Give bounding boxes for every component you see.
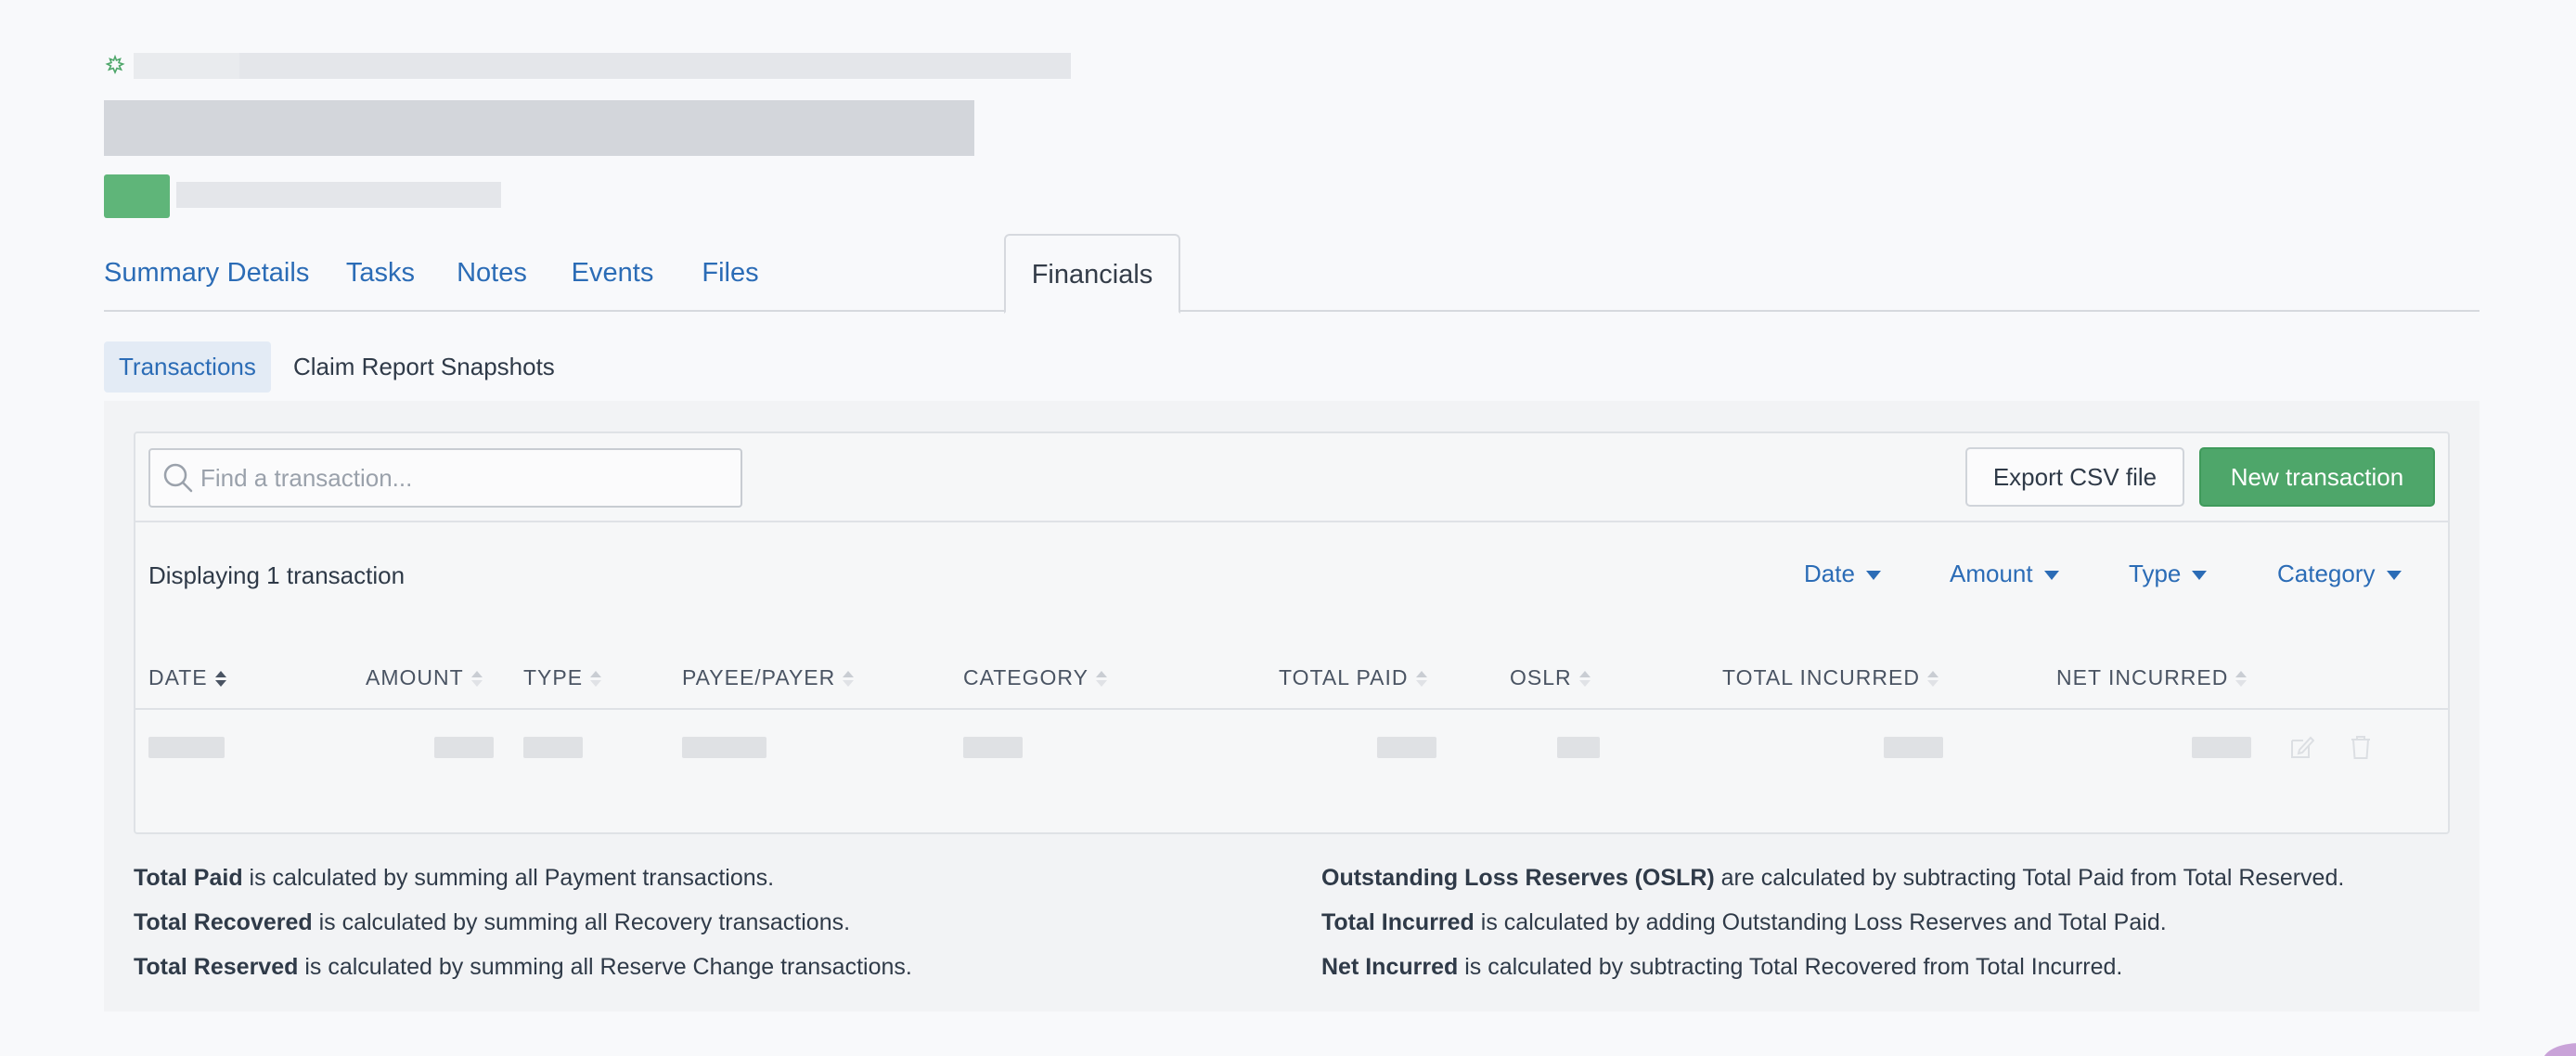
footnote-total-incurred: Total Incurred is calculated by adding O… [1321,909,2167,936]
column-label: DATE [148,665,208,689]
tab-tasks[interactable]: Tasks [327,234,434,312]
loading-spinner-icon [105,54,125,74]
loading-breadcrumb-placeholder [239,53,1071,79]
search-icon [163,463,193,493]
sort-icon [2235,670,2248,688]
footnote-total-reserved: Total Reserved is calculated by summing … [134,954,912,981]
loading-subtitle-placeholder [176,182,501,208]
tab-financials[interactable]: Financials [1004,234,1180,314]
cell-placeholder [963,737,1023,758]
column-header-category[interactable]: CATEGORY [963,665,1107,690]
caret-down-icon [2386,571,2402,581]
filter-date[interactable]: Date [1804,560,1881,588]
cell-placeholder [523,737,583,758]
column-label: TOTAL INCURRED [1722,665,1920,689]
filter-amount[interactable]: Amount [1950,560,2059,588]
cell-placeholder [1377,737,1436,758]
sort-icon [470,670,483,688]
filter-label: Category [2277,560,2376,587]
column-label: TYPE [523,665,584,689]
column-header-net-incurred[interactable]: NET INCURRED [2056,665,2248,690]
sort-icon [590,670,602,688]
subtab-claim-report-snapshots[interactable]: Claim Report Snapshots [278,341,570,393]
column-label: PAYEE/PAYER [682,665,836,689]
tab-files[interactable]: Files [676,234,785,312]
column-label: NET INCURRED [2056,665,2229,689]
sort-icon [1095,670,1107,688]
footnote-term: Total Paid [134,865,243,891]
footnote-term: Outstanding Loss Reserves (OSLR) [1321,865,1715,891]
sort-icon [843,670,855,688]
sort-icon [1415,670,1427,688]
tab-events[interactable]: Events [549,234,676,312]
trash-icon[interactable] [2348,733,2374,761]
sort-icon [1926,670,1938,688]
column-label: AMOUNT [366,665,464,689]
footnote-text: is calculated by summing all Reserve Cha… [298,954,912,980]
footnote-text: is calculated by summing all Recovery tr… [312,909,851,935]
chat-widget-button[interactable] [2543,1043,2576,1056]
footnote-term: Total Incurred [1321,909,1475,935]
filter-type[interactable]: Type [2129,560,2208,588]
footnote-term: Total Recovered [134,909,313,935]
footnote-term: Total Reserved [134,954,299,980]
filter-label: Type [2129,560,2182,587]
footnote-net-incurred: Net Incurred is calculated by subtractin… [1321,954,2122,981]
footnote-oslr: Outstanding Loss Reserves (OSLR) are cal… [1321,865,2344,892]
footnote-total-recovered: Total Recovered is calculated by summing… [134,909,850,936]
toolbar-divider [135,521,2448,522]
column-header-total-paid[interactable]: TOTAL PAID [1279,665,1427,690]
loading-title-placeholder [104,100,974,156]
column-label: TOTAL PAID [1279,665,1409,689]
caret-down-icon [2043,571,2059,581]
subtab-transactions[interactable]: Transactions [104,341,271,393]
cell-placeholder [148,737,225,758]
tab-summary[interactable]: Summary [104,234,219,312]
cell-placeholder [1884,737,1943,758]
column-label: OSLR [1510,665,1572,689]
cell-placeholder [1557,737,1600,758]
column-header-amount[interactable]: AMOUNT [366,665,483,690]
column-header-date[interactable]: DATE [148,665,226,690]
display-count: Displaying 1 transaction [148,561,406,589]
table-header-divider [135,708,2448,710]
filter-category[interactable]: Category [2277,560,2402,588]
sort-icon [214,670,226,688]
cell-placeholder [682,737,766,758]
export-csv-button[interactable]: Export CSV file [1965,447,2184,507]
cell-placeholder [434,737,494,758]
loading-status-badge [104,174,170,218]
column-header-oslr[interactable]: OSLR [1510,665,1591,690]
footnote-text: are calculated by subtracting Total Paid… [1714,865,2345,891]
main-tabs: Summary Details Tasks Notes Events Files… [104,234,2479,314]
footnote-term: Net Incurred [1321,954,1459,980]
footnote-text: is calculated by subtracting Total Recov… [1458,954,2123,980]
footnote-text: is calculated by adding Outstanding Loss… [1474,909,2167,935]
edit-icon[interactable] [2288,733,2314,761]
new-transaction-button[interactable]: New transaction [2199,447,2435,507]
filter-label: Amount [1950,560,2033,587]
tab-details[interactable]: Details [210,234,327,312]
cell-placeholder [2192,737,2251,758]
footnote-text: is calculated by summing all Payment tra… [242,865,775,891]
tab-notes[interactable]: Notes [434,234,549,312]
caret-down-icon [1865,571,1881,581]
column-label: CATEGORY [963,665,1088,689]
search-input[interactable] [200,452,729,504]
column-header-type[interactable]: TYPE [523,665,602,690]
footnote-total-paid: Total Paid is calculated by summing all … [134,865,774,892]
column-header-total-incurred[interactable]: TOTAL INCURRED [1722,665,1938,690]
column-header-payee-payer[interactable]: PAYEE/PAYER [682,665,855,690]
loading-breadcrumb-placeholder [134,53,239,79]
filter-label: Date [1804,560,1855,587]
caret-down-icon [2192,571,2208,581]
sort-icon [1578,670,1591,688]
